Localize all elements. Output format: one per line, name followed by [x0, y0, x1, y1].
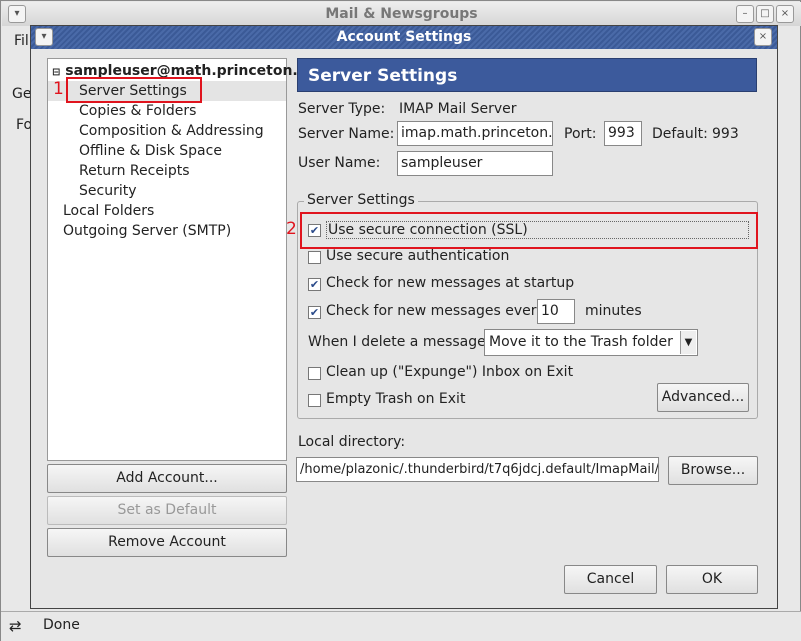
check-every-checkbox[interactable]: ✔ [308, 306, 321, 319]
tree-return-receipts[interactable]: Return Receipts [48, 161, 286, 181]
offline-icon[interactable]: ⇄ [9, 617, 22, 635]
server-name-input[interactable]: imap.math.princeton.ed [397, 121, 553, 146]
annotation-2: 2 [286, 219, 297, 239]
delete-label: When I delete a message: [308, 334, 491, 350]
local-directory-label: Local directory: [298, 434, 406, 450]
default-label: Default: [652, 126, 708, 142]
status-text: Done [43, 617, 80, 633]
advanced-button[interactable]: Advanced... [657, 383, 749, 412]
window-menu-button[interactable]: ▾ [8, 5, 26, 23]
secure-auth-label[interactable]: Use secure authentication [326, 248, 509, 264]
account-settings-dialog: Account Settings ▾ × ⊟ sampleuser@math.p… [30, 25, 778, 609]
panel-header: Server Settings [297, 58, 757, 92]
delete-action-value: Move it to the Trash folder [489, 334, 673, 350]
account-tree[interactable]: ⊟ sampleuser@math.princeton.... Server S… [47, 58, 314, 461]
dialog-menu-button[interactable]: ▾ [35, 28, 53, 46]
file-menu[interactable]: Fil [14, 33, 29, 49]
set-default-button[interactable]: Set as Default [47, 496, 287, 525]
check-startup-label[interactable]: Check for new messages at startup [326, 275, 574, 291]
chevron-down-icon[interactable]: ▼ [680, 331, 696, 354]
status-bar: ⇄ Done [1, 611, 801, 641]
server-type-label: Server Type: [298, 101, 386, 117]
tree-outgoing-server[interactable]: Outgoing Server (SMTP) [48, 221, 286, 241]
tree-security[interactable]: Security [48, 181, 286, 201]
dialog-close-button[interactable]: × [754, 28, 772, 46]
empty-trash-checkbox[interactable] [308, 394, 321, 407]
cancel-button[interactable]: Cancel [564, 565, 657, 594]
group-title: Server Settings [304, 192, 418, 208]
ok-button[interactable]: OK [666, 565, 758, 594]
remove-account-button[interactable]: Remove Account [47, 528, 287, 557]
check-startup-checkbox[interactable]: ✔ [308, 278, 321, 291]
user-name-input[interactable]: sampleuser [397, 151, 553, 176]
expunge-checkbox[interactable] [308, 367, 321, 380]
collapse-icon[interactable]: ⊟ [52, 67, 60, 78]
maximize-button[interactable]: □ [756, 5, 774, 23]
minimize-button[interactable]: – [736, 5, 754, 23]
expunge-label[interactable]: Clean up ("Expunge") Inbox on Exit [326, 364, 573, 380]
dialog-title-bar: Account Settings [31, 26, 777, 49]
port-input[interactable]: 993 [604, 121, 642, 146]
tree-composition[interactable]: Composition & Addressing [48, 121, 286, 141]
empty-trash-label[interactable]: Empty Trash on Exit [326, 391, 465, 407]
highlight-box-2 [300, 212, 758, 249]
main-title-bar: Mail & Newsgroups [2, 2, 801, 26]
delete-action-select[interactable]: Move it to the Trash folder ▼ [484, 329, 698, 356]
default-port: 993 [712, 126, 739, 142]
user-name-label: User Name: [298, 155, 381, 171]
annotation-1: 1 [53, 79, 64, 99]
minutes-label: minutes [585, 303, 642, 319]
add-account-button[interactable]: Add Account... [47, 464, 287, 493]
check-interval-input[interactable]: 10 [537, 299, 575, 324]
highlight-box-1 [66, 77, 202, 103]
tree-offline[interactable]: Offline & Disk Space [48, 141, 286, 161]
secure-auth-checkbox[interactable] [308, 251, 321, 264]
close-button[interactable]: × [776, 5, 794, 23]
get-mail-button[interactable]: Ge [12, 86, 31, 102]
local-directory-input[interactable]: /home/plazonic/.thunderbird/t7q6jdcj.def… [296, 457, 659, 482]
tree-copies-folders[interactable]: Copies & Folders [48, 101, 286, 121]
port-label: Port: [564, 126, 597, 142]
server-type-value: IMAP Mail Server [399, 101, 517, 117]
browse-button[interactable]: Browse... [668, 456, 758, 485]
server-name-label: Server Name: [298, 126, 395, 142]
check-every-label[interactable]: Check for new messages every [326, 303, 545, 319]
tree-local-folders[interactable]: Local Folders [48, 201, 286, 221]
